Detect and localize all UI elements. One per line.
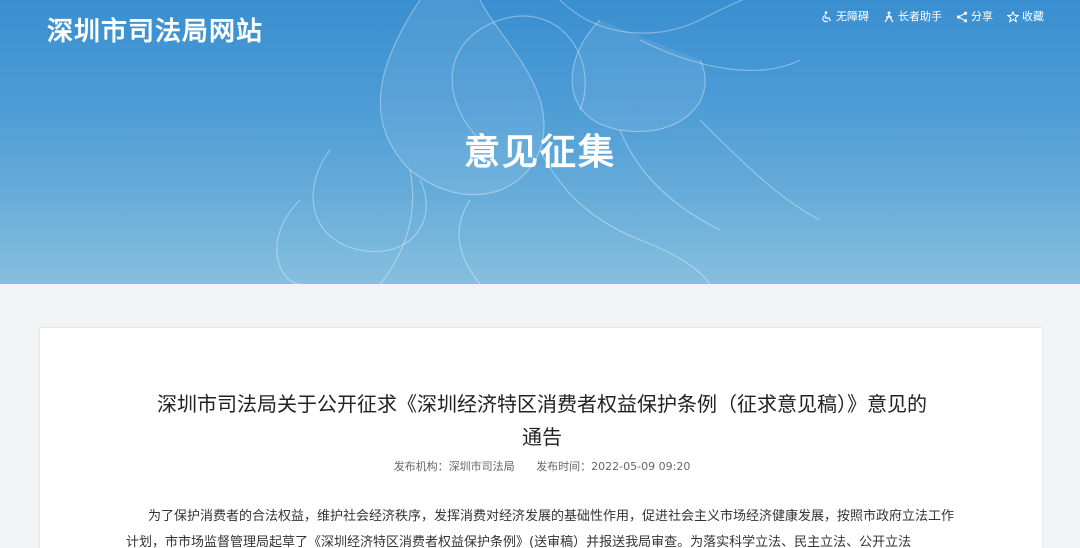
share-button[interactable]: 分享 xyxy=(956,8,993,26)
share-label: 分享 xyxy=(971,10,993,23)
publisher-value: 深圳市司法局 xyxy=(448,460,515,473)
star-icon xyxy=(1007,11,1019,23)
accessibility-label: 无障碍 xyxy=(836,10,869,23)
wheelchair-icon xyxy=(822,11,832,23)
publish-time-value: 2022-05-09 09:20 xyxy=(591,460,691,473)
favorite-label: 收藏 xyxy=(1022,10,1044,23)
publish-time-info: 发布时间：2022-05-09 09:20 xyxy=(536,460,690,473)
article-card: 深圳市司法局关于公开征求《深圳经济特区消费者权益保护条例（征求意见稿）》意见的通… xyxy=(39,327,1043,548)
article-body: 为了保护消费者的合法权益，维护社会经济秩序，发挥消费对经济发展的基础性作用，促进… xyxy=(126,509,955,548)
banner-heading: 意见征集 xyxy=(463,132,616,173)
publisher-info: 发布机构：深圳市司法局 xyxy=(394,460,515,473)
article-title: 深圳市司法局关于公开征求《深圳经济特区消费者权益保护条例（征求意见稿）》意见的通… xyxy=(157,392,927,449)
publisher-label: 发布机构： xyxy=(393,460,449,473)
site-title[interactable]: 深圳市司法局网站 xyxy=(47,14,263,50)
accessibility-button[interactable]: 无障碍 xyxy=(821,8,869,26)
elder-assistant-icon xyxy=(884,11,894,23)
favorite-button[interactable]: 收藏 xyxy=(1007,8,1044,26)
publish-time-label: 发布时间： xyxy=(536,460,592,473)
header-banner: 深圳市司法局网站 无障碍 长者助手 分享 收藏 意见征集 xyxy=(0,0,1080,284)
elder-assistant-button[interactable]: 长者助手 xyxy=(883,8,942,26)
header-toolbar: 无障碍 长者助手 分享 收藏 xyxy=(821,8,1044,26)
elder-assistant-label: 长者助手 xyxy=(898,10,942,23)
article-meta: 发布机构：深圳市司法局 发布时间：2022-05-09 09:20 xyxy=(40,458,1044,474)
share-icon xyxy=(956,11,968,23)
